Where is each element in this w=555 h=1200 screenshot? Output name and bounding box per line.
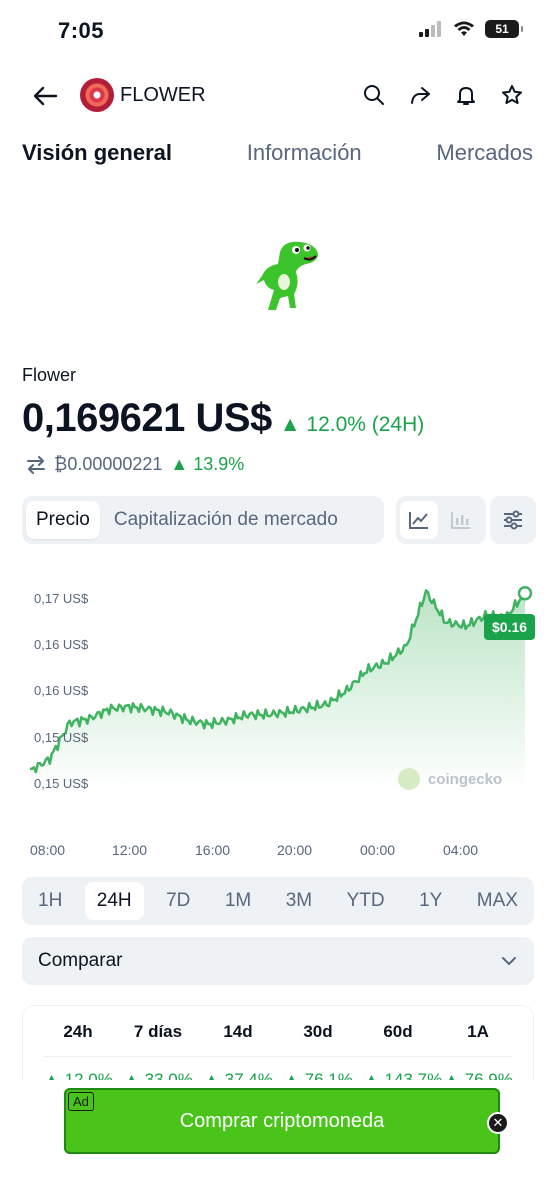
status-icons: 51 [419, 20, 523, 38]
watermark-text: coingecko [428, 770, 503, 788]
x-tick-label: 04:00 [443, 842, 479, 858]
line-chart-icon [409, 512, 428, 529]
x-tick-label: 00:00 [360, 842, 396, 858]
x-tick-label: 20:00 [277, 842, 313, 858]
range-ytd[interactable]: YTD [335, 882, 397, 920]
btc-price: ₿0.00000221 [54, 454, 163, 474]
performance-header: 7 días [133, 1022, 183, 1041]
search-icon [364, 85, 384, 105]
line-chart-button[interactable] [400, 501, 438, 539]
wifi-icon [454, 21, 474, 36]
x-tick-label: 12:00 [112, 842, 148, 858]
coingecko-watermark: coingecko [398, 768, 502, 790]
performance-header: 14d [223, 1022, 253, 1041]
current-price: 0,169621 US$ [22, 396, 272, 440]
btc-change: ▲ 13.9% [170, 454, 245, 474]
range-7d[interactable]: 7D [154, 882, 202, 920]
price-change-24h: ▲ 12.0% (24H) [279, 413, 425, 436]
ad-text: Comprar criptomoneda [179, 1109, 385, 1132]
battery-icon: 51 [485, 20, 523, 38]
x-tick-label: 08:00 [30, 842, 66, 858]
coingecko-logo-icon [398, 768, 420, 790]
chart-metric-toggle: Precio Capitalización de mercado [22, 496, 384, 544]
performance-header: 24h [63, 1022, 93, 1041]
y-tick-label: 0,15 US$ [34, 776, 89, 791]
status-bar: 7:05 51 [0, 0, 555, 60]
range-1h[interactable]: 1H [26, 882, 74, 920]
y-tick-label: 0,16 US$ [34, 637, 89, 652]
price-chart-svg [29, 585, 533, 790]
current-price-label: $0.16 [484, 614, 536, 640]
toggle-price[interactable]: Precio [26, 501, 100, 539]
time-range-selector: 1H 24H 7D 1M 3M YTD 1Y MAX [22, 877, 534, 925]
topbar-actions [361, 82, 525, 108]
y-tick-label: 0,16 US$ [34, 683, 89, 698]
price-row: 0,169621 US$ ▲ 12.0% (24H) [22, 396, 424, 441]
signal-icon [419, 21, 441, 37]
arrow-left-icon [33, 86, 58, 106]
alert-button[interactable] [453, 82, 479, 108]
candle-chart-button[interactable] [442, 501, 480, 539]
candlestick-icon [451, 512, 470, 529]
tab-overview[interactable]: Visión general [22, 140, 172, 180]
star-icon [502, 85, 522, 104]
range-1m[interactable]: 1M [213, 882, 263, 920]
performance-header: 30d [303, 1022, 333, 1041]
compare-dropdown[interactable]: Comparar [22, 937, 534, 985]
tab-information[interactable]: Información [247, 140, 362, 180]
coin-logo [80, 78, 114, 112]
sliders-icon [504, 510, 522, 530]
share-icon [411, 87, 430, 104]
chart-type-toggle [396, 496, 486, 544]
ad-close-button[interactable]: ✕ [487, 1112, 509, 1134]
range-24h[interactable]: 24H [84, 882, 144, 920]
battery-level: 51 [495, 22, 509, 36]
price-chart[interactable] [0, 570, 555, 870]
chart-settings-button[interactable] [490, 496, 536, 544]
back-button[interactable] [28, 80, 62, 112]
coin-mascot-image [256, 241, 318, 310]
performance-header: 1A [467, 1022, 489, 1041]
status-time: 7:05 [58, 18, 105, 43]
swap-icon [27, 455, 45, 474]
range-3m[interactable]: 3M [274, 882, 324, 920]
performance-header: 60d [383, 1022, 413, 1041]
performance-header-row: 24h 7 días 14d 30d 60d 1A [43, 1022, 513, 1042]
tab-bar: Visión general Información Mercados [22, 140, 533, 180]
range-1y[interactable]: 1Y [407, 882, 454, 920]
chart-current-point [517, 585, 533, 601]
watchlist-button[interactable] [499, 82, 525, 108]
ad-banner[interactable]: Ad Comprar criptomoneda ✕ [64, 1088, 509, 1154]
x-tick-label: 16:00 [195, 842, 231, 858]
close-icon: ✕ [492, 1115, 504, 1130]
search-button[interactable] [361, 82, 387, 108]
share-button[interactable] [407, 82, 433, 108]
y-tick-label: 0,15 US$ [34, 730, 89, 745]
coin-label: Flower [22, 365, 77, 385]
y-tick-label: 0,17 US$ [34, 591, 89, 606]
ad-badge: Ad [68, 1092, 94, 1111]
range-max[interactable]: MAX [465, 882, 530, 920]
compare-label: Comparar [38, 950, 123, 971]
btc-row: ₿0.00000221 ▲ 13.9% [26, 454, 244, 475]
toggle-market-cap[interactable]: Capitalización de mercado [104, 501, 348, 539]
bell-icon [457, 87, 475, 105]
top-bar: FLOWER [0, 70, 555, 122]
tab-markets[interactable]: Mercados [436, 140, 533, 180]
performance-divider [43, 1056, 513, 1057]
coin-name: FLOWER [120, 84, 206, 106]
chevron-down-icon [502, 957, 516, 965]
